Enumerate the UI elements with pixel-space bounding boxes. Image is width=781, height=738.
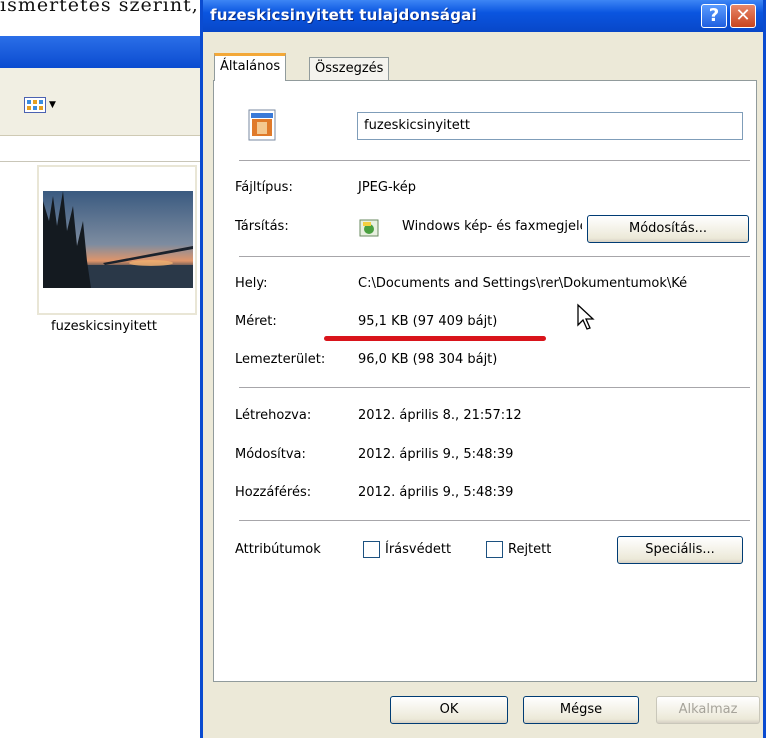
accessed-value: 2012. április 9., 5:48:39	[358, 485, 514, 500]
file-type-value: JPEG-kép	[358, 180, 416, 195]
jpeg-file-icon	[246, 108, 278, 142]
highlight-underline	[324, 336, 546, 341]
help-button[interactable]: ?	[701, 4, 727, 28]
thumbnail-photo	[43, 191, 193, 288]
readonly-checkbox[interactable]	[363, 541, 380, 558]
file-name-input[interactable]: fuzeskicsinyitett	[357, 112, 743, 140]
disk-size-label: Lemezterület:	[235, 352, 326, 367]
properties-dialog: fuzeskicsinyitett tulajdonságai ? ✕ Álta…	[200, 0, 766, 738]
views-button[interactable]: ▼	[24, 95, 68, 115]
attributes-label: Attribútumok	[235, 542, 321, 557]
explorer-divider	[0, 161, 210, 162]
separator	[239, 520, 750, 521]
image-thumbnail[interactable]	[37, 165, 197, 315]
image-viewer-icon	[359, 219, 379, 237]
location-label: Hely:	[235, 276, 268, 291]
disk-size-value: 96,0 KB (98 304 bájt)	[358, 352, 498, 367]
close-button[interactable]: ✕	[730, 4, 756, 28]
modified-label: Módosítva:	[235, 447, 306, 462]
dropdown-arrow-icon: ▼	[49, 100, 56, 110]
apply-button[interactable]: Alkalmaz	[656, 696, 760, 724]
ok-button[interactable]: OK	[390, 696, 508, 724]
views-icon	[24, 97, 46, 113]
opens-with-label: Társítás:	[235, 219, 289, 234]
dialog-title: fuzeskicsinyitett tulajdonságai	[210, 6, 477, 24]
advanced-button[interactable]: Speciális...	[617, 536, 743, 564]
explorer-titlebar	[0, 36, 210, 68]
separator	[239, 256, 750, 257]
modified-value: 2012. április 9., 5:48:39	[358, 447, 514, 462]
size-value: 95,1 KB (97 409 bájt)	[358, 314, 498, 329]
tab-general[interactable]: Általános	[214, 53, 287, 81]
dialog-titlebar[interactable]: fuzeskicsinyitett tulajdonságai ? ✕	[203, 0, 763, 32]
hidden-checkbox[interactable]	[486, 541, 503, 558]
file-type-label: Fájltípus:	[235, 180, 293, 195]
tab-summary[interactable]: Összegzés	[309, 57, 390, 81]
general-tab-panel: fuzeskicsinyitett Fájltípus: JPEG-kép Tá…	[213, 80, 757, 682]
readonly-label: Írásvédett	[385, 542, 452, 557]
change-button[interactable]: Módosítás...	[587, 215, 749, 243]
size-label: Méret:	[235, 314, 277, 329]
separator	[239, 160, 750, 161]
accessed-label: Hozzáférés:	[235, 485, 312, 500]
cancel-button[interactable]: Mégse	[523, 696, 639, 724]
created-label: Létrehozva:	[235, 408, 312, 423]
thumbnail-label: fuzeskicsinyitett	[48, 319, 160, 334]
opens-with-value: Windows kép- és faxmegjelenítő	[402, 219, 582, 234]
created-value: 2012. április 8., 21:57:12	[358, 408, 522, 423]
hidden-label: Rejtett	[508, 542, 552, 557]
mouse-cursor-icon	[576, 303, 598, 331]
separator	[239, 387, 750, 388]
location-value: C:\Documents and Settings\rer\Dokumentum…	[358, 276, 688, 291]
